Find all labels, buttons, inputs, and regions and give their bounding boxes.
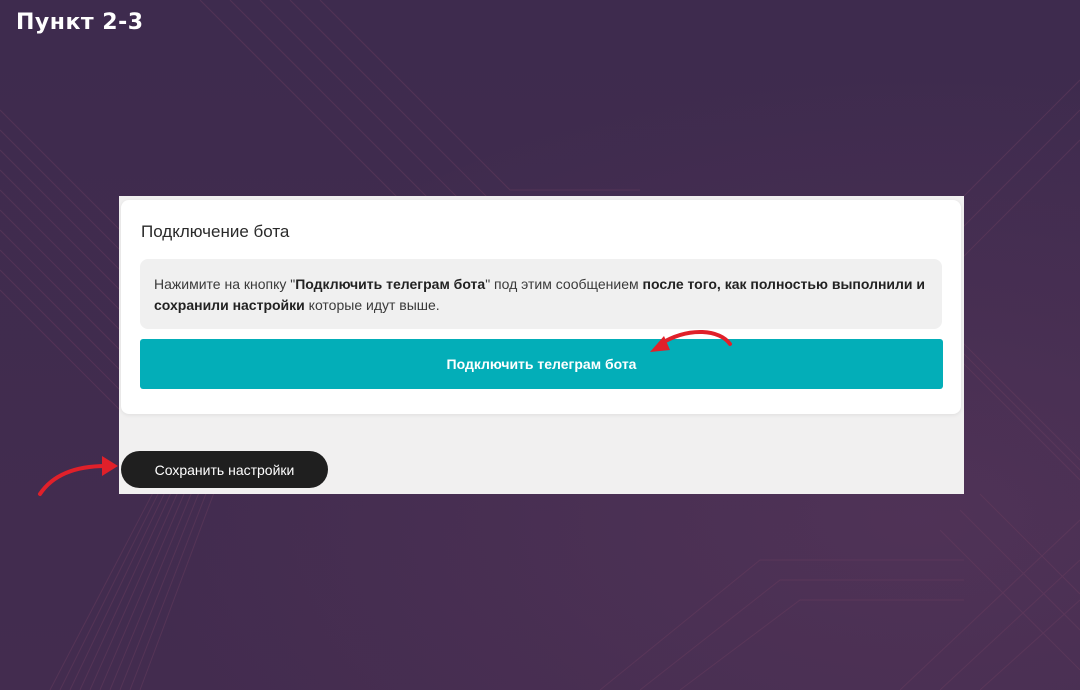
notice-box: Нажимите на кнопку "Подключить телеграм … bbox=[140, 259, 942, 329]
card-title: Подключение бота bbox=[141, 222, 290, 241]
red-curved-arrow-icon bbox=[650, 330, 732, 352]
notice-text-part1: Нажимите на кнопку " bbox=[154, 276, 296, 292]
settings-screenshot: Подключение бота Нажимите на кнопку "Под… bbox=[119, 196, 964, 494]
bot-connection-card: Подключение бота Нажимите на кнопку "Под… bbox=[121, 200, 961, 414]
notice-text-part2: " под этим сообщением bbox=[485, 276, 643, 292]
notice-text-part3: которые идут выше. bbox=[304, 297, 440, 313]
save-settings-button[interactable]: Сохранить настройки bbox=[121, 451, 328, 488]
step-title: Пункт 2-3 bbox=[16, 10, 144, 35]
notice-text-bold1: Подключить телеграм бота bbox=[295, 276, 486, 292]
red-curved-arrow-icon bbox=[38, 456, 118, 496]
connect-telegram-bot-button[interactable]: Подключить телеграм бота bbox=[140, 339, 943, 389]
